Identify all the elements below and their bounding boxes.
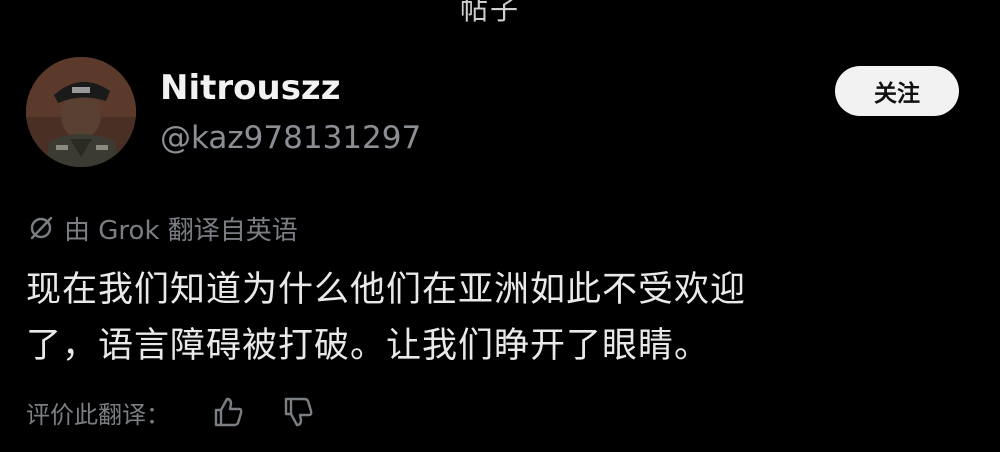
translation-notice: 由 Grok 翻译自英语 <box>26 208 298 248</box>
follow-button[interactable]: 关注 <box>835 66 959 116</box>
translate-icon <box>26 213 56 243</box>
thumb-up-icon[interactable] <box>208 392 248 432</box>
rate-translation-label: 评价此翻译： <box>26 400 170 429</box>
thumb-down-icon[interactable] <box>278 392 318 432</box>
tweet-text: 现在我们知道为什么他们在亚洲如此不受欢迎 了，语言障碍被打破。让我们睁开了眼睛。 <box>26 262 926 374</box>
tweet-line: 现在我们知道为什么他们在亚洲如此不受欢迎 <box>26 270 747 310</box>
user-handle[interactable]: @kaz978131297 <box>160 120 421 156</box>
avatar-portrait-icon <box>26 57 136 167</box>
tweet-line: 了，语言障碍被打破。让我们睁开了眼睛。 <box>26 326 711 366</box>
rate-translation: 评价此翻译： <box>26 390 318 434</box>
top-title-fragment: 帖子 <box>460 0 521 26</box>
display-name[interactable]: Nitrouszz <box>160 68 341 108</box>
avatar[interactable] <box>26 57 136 167</box>
translation-notice-text: 由 Grok 翻译自英语 <box>64 215 298 246</box>
